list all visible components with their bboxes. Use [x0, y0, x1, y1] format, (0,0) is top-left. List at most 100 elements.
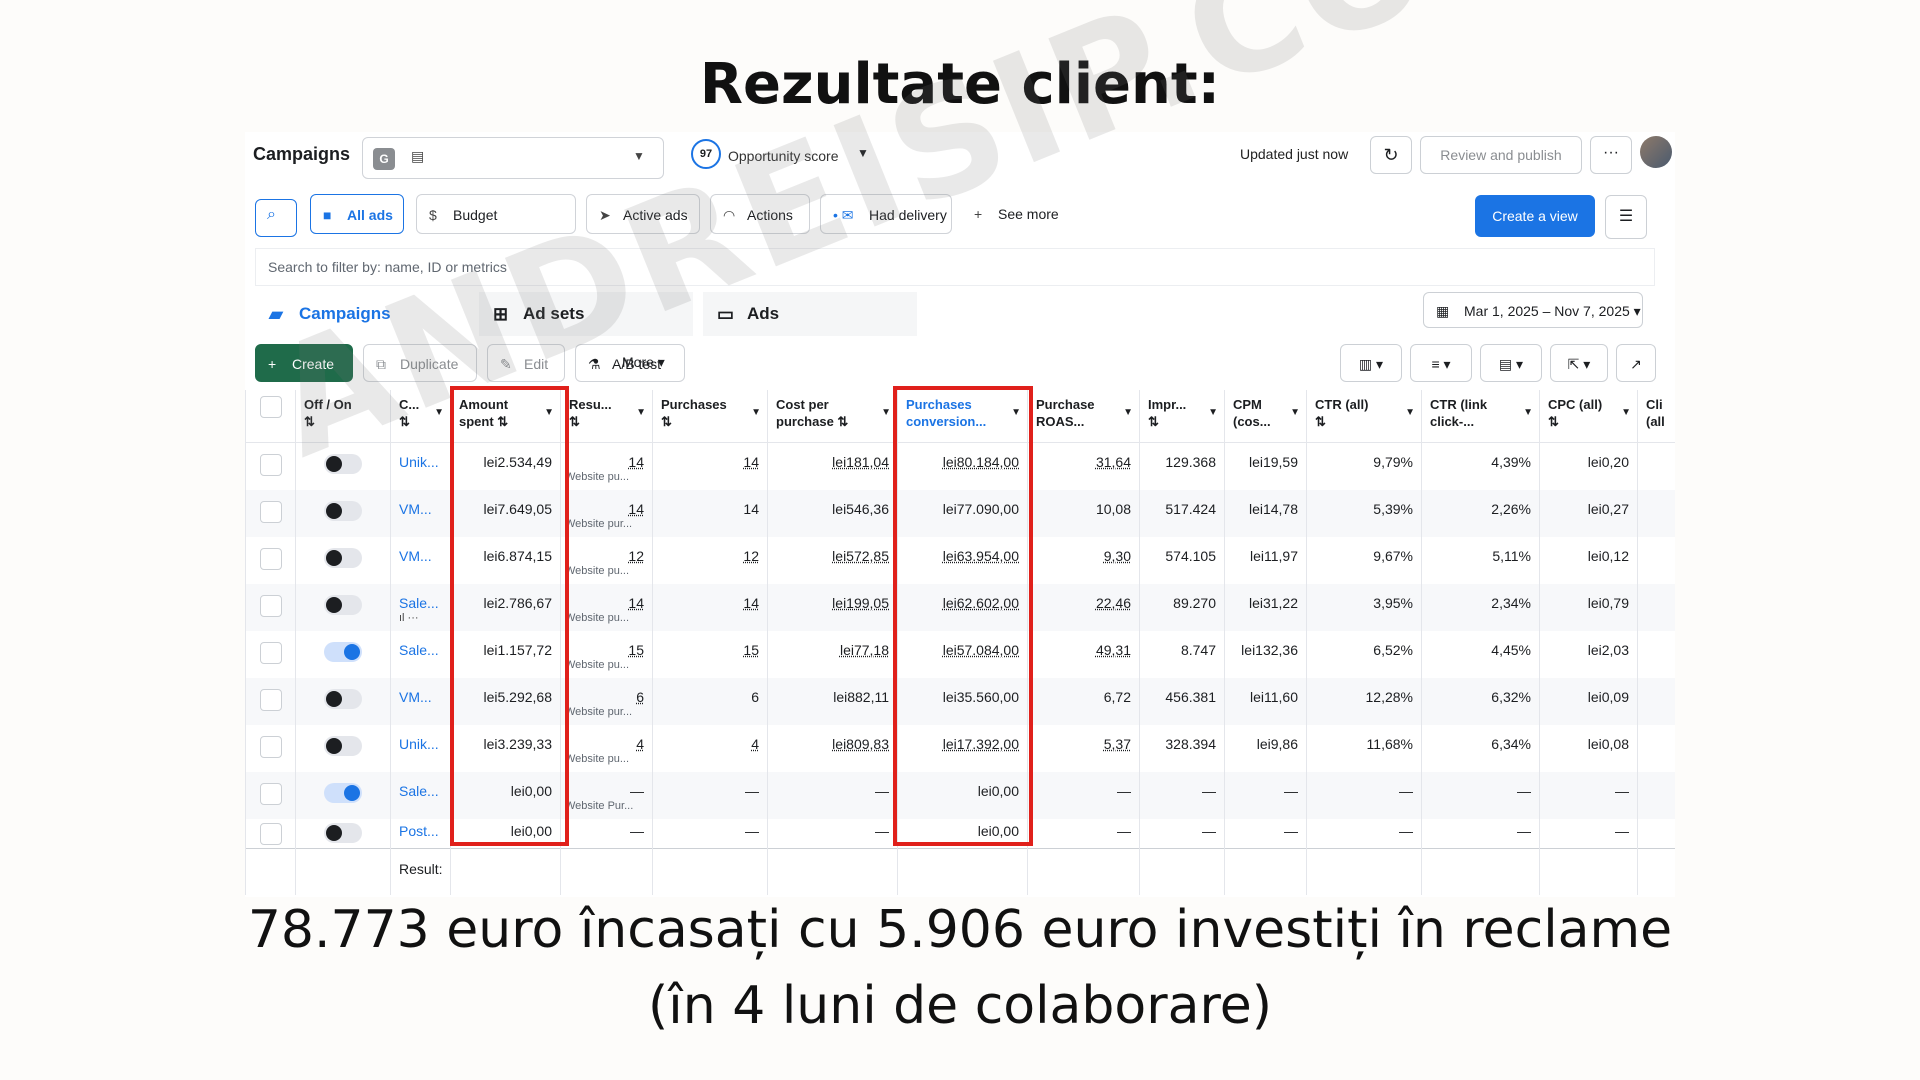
- header-purchases[interactable]: Purchases ⇅ ▼: [652, 390, 768, 443]
- header-clicks[interactable]: Cli (all: [1637, 390, 1675, 443]
- header-ctr-link[interactable]: CTR (link click-... ▼: [1421, 390, 1540, 443]
- cpc-cell: lei0,09: [1539, 677, 1638, 725]
- row-checkbox[interactable]: [259, 594, 282, 617]
- ctr-link-cell: 6,34%: [1421, 724, 1540, 772]
- account-icon: ▤: [411, 148, 425, 164]
- impressions-cell: —: [1139, 771, 1225, 819]
- totals-cell: [1637, 847, 1675, 895]
- campaign-name-link[interactable]: VM...: [390, 677, 451, 725]
- calendar-icon: ▦: [1436, 303, 1450, 319]
- purchases-cell: —: [652, 771, 768, 819]
- toggle-cell: [295, 677, 391, 725]
- toggle-cell: [295, 489, 391, 537]
- export-icon[interactable]: ⇱ ▾: [1550, 344, 1608, 382]
- campaign-name-link[interactable]: Post...: [390, 818, 451, 848]
- cpm-cell: lei11,60: [1224, 677, 1307, 725]
- row-checkbox-cell: [245, 771, 296, 819]
- totals-cell: [1027, 847, 1140, 895]
- purchases-cell: 4: [652, 724, 768, 772]
- cpm-cell: —: [1224, 818, 1307, 848]
- create-view-button[interactable]: Create a view: [1475, 195, 1595, 237]
- row-tools-icon[interactable]: ıl ···: [399, 612, 419, 624]
- row-checkbox[interactable]: [259, 688, 282, 711]
- cost-per-purchase-cell: lei181,04: [767, 442, 898, 490]
- updated-status: Updated just now: [1240, 146, 1349, 162]
- ctr-all-cell: 5,39%: [1306, 489, 1422, 537]
- row-checkbox[interactable]: [259, 735, 282, 758]
- cpm-cell: lei132,36: [1224, 630, 1307, 678]
- campaign-toggle[interactable]: [324, 688, 362, 709]
- header-cpm[interactable]: CPM (cos... ▼: [1224, 390, 1307, 443]
- row-checkbox-cell: [245, 536, 296, 584]
- header-results[interactable]: Resu... ⇅ ▼: [560, 390, 653, 443]
- header-cpc-all[interactable]: CPC (all) ⇅ ▼: [1539, 390, 1638, 443]
- review-publish-button[interactable]: Review and publish: [1420, 136, 1582, 174]
- results-cell: 6 Website pur...: [560, 677, 653, 725]
- columns-icon[interactable]: ▥ ▾: [1340, 344, 1402, 382]
- cpc-cell: lei0,20: [1539, 442, 1638, 490]
- campaign-toggle[interactable]: [324, 594, 362, 615]
- impressions-cell: 517.424: [1139, 489, 1225, 537]
- roas-cell: 22,46: [1027, 583, 1140, 631]
- campaign-toggle[interactable]: [324, 500, 362, 521]
- account-selector[interactable]: G ▤ ▼: [362, 137, 664, 179]
- totals-cell: [1539, 847, 1638, 895]
- campaign-name-link[interactable]: VM...: [390, 489, 451, 537]
- row-checkbox[interactable]: [259, 641, 282, 664]
- toggle-cell: [295, 771, 391, 819]
- row-checkbox[interactable]: [259, 547, 282, 570]
- campaign-toggle[interactable]: [324, 641, 362, 662]
- breakdown-icon[interactable]: ≡ ▾: [1410, 344, 1472, 382]
- header-ctr-all[interactable]: CTR (all) ⇅ ▼: [1306, 390, 1422, 443]
- campaign-name-link[interactable]: Unik...: [390, 724, 451, 772]
- reports-icon[interactable]: ▤ ▾: [1480, 344, 1542, 382]
- page-title: Campaigns: [253, 144, 351, 164]
- search-button[interactable]: ⌕: [255, 199, 297, 237]
- cpm-cell: lei19,59: [1224, 442, 1307, 490]
- row-checkbox-cell: [245, 630, 296, 678]
- campaign-toggle[interactable]: [324, 547, 362, 568]
- chart-icon[interactable]: ↗: [1616, 344, 1656, 382]
- toggle-cell: [295, 536, 391, 584]
- clicks-cell: [1637, 536, 1675, 584]
- campaign-toggle[interactable]: [324, 782, 362, 803]
- more-options-button[interactable]: ···: [1590, 136, 1632, 174]
- totals-cell: [560, 847, 653, 895]
- clicks-cell: [1637, 630, 1675, 678]
- ctr-all-cell: 3,95%: [1306, 583, 1422, 631]
- ctr-all-cell: 9,67%: [1306, 536, 1422, 584]
- cpc-cell: lei0,27: [1539, 489, 1638, 537]
- header-cost-per-purchase[interactable]: Cost per purchase ⇅ ▼: [767, 390, 898, 443]
- campaign-name-link[interactable]: Sale... ıl ···: [390, 583, 451, 631]
- header-purchase-roas[interactable]: Purchase ROAS... ▼: [1027, 390, 1140, 443]
- campaign-toggle[interactable]: [324, 822, 362, 843]
- refresh-button[interactable]: ↻: [1370, 136, 1412, 174]
- clicks-cell: [1637, 442, 1675, 490]
- impressions-cell: 89.270: [1139, 583, 1225, 631]
- avatar[interactable]: [1640, 136, 1672, 168]
- campaign-toggle[interactable]: [324, 735, 362, 756]
- row-checkbox[interactable]: [259, 782, 282, 805]
- cpc-cell: lei0,12: [1539, 536, 1638, 584]
- ctr-all-cell: 6,52%: [1306, 630, 1422, 678]
- campaign-name-link[interactable]: Sale...: [390, 771, 451, 819]
- folder-icon: ■: [323, 207, 332, 223]
- settings-sliders-icon[interactable]: ☰: [1605, 195, 1647, 239]
- ctr-all-cell: —: [1306, 818, 1422, 848]
- row-checkbox[interactable]: [259, 822, 282, 845]
- roas-cell: 49,31: [1027, 630, 1140, 678]
- row-checkbox[interactable]: [259, 500, 282, 523]
- chevron-down-icon: ▼: [633, 149, 645, 163]
- impressions-cell: —: [1139, 818, 1225, 848]
- row-checkbox[interactable]: [259, 454, 282, 476]
- purchases-cell: 14: [652, 583, 768, 631]
- all-ads-filter[interactable]: ■ All ads: [310, 194, 404, 234]
- ctr-link-cell: 4,45%: [1421, 630, 1540, 678]
- campaign-name-link[interactable]: Sale...: [390, 630, 451, 678]
- header-impressions[interactable]: Impr... ⇅ ▼: [1139, 390, 1225, 443]
- date-range-picker[interactable]: ▦ Mar 1, 2025 – Nov 7, 2025 ▾: [1423, 292, 1643, 328]
- ctr-link-cell: 6,32%: [1421, 677, 1540, 725]
- campaign-name-link[interactable]: VM...: [390, 536, 451, 584]
- results-cell: 14 Website pu...: [560, 442, 653, 490]
- cost-per-purchase-cell: —: [767, 771, 898, 819]
